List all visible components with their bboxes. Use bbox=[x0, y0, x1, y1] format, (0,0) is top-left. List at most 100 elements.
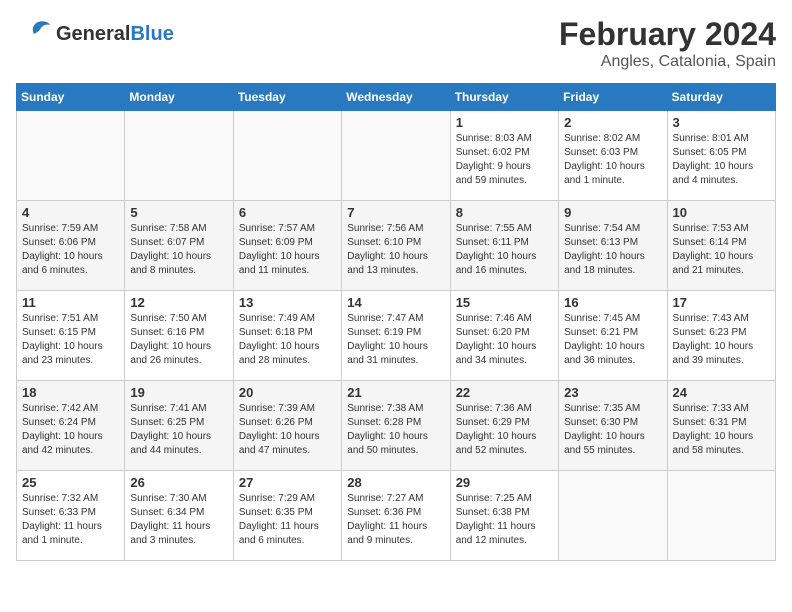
cell-info: Sunrise: 7:33 AM Sunset: 6:31 PM Dayligh… bbox=[673, 402, 770, 458]
calendar-cell: 2 Sunrise: 8:02 AM Sunset: 6:03 PM Daylig… bbox=[559, 111, 667, 201]
cell-info: Sunrise: 7:47 AM Sunset: 6:19 PM Dayligh… bbox=[347, 312, 444, 368]
cell-info: Sunrise: 7:35 AM Sunset: 6:30 PM Dayligh… bbox=[564, 402, 661, 458]
cell-info: Sunrise: 7:45 AM Sunset: 6:21 PM Dayligh… bbox=[564, 312, 661, 368]
cell-info: Sunrise: 8:02 AM Sunset: 6:03 PM Dayligh… bbox=[564, 132, 661, 188]
cell-info: Sunrise: 8:01 AM Sunset: 6:05 PM Dayligh… bbox=[673, 132, 770, 188]
col-header-thursday: Thursday bbox=[450, 84, 558, 111]
cell-info: Sunrise: 7:25 AM Sunset: 6:38 PM Dayligh… bbox=[456, 492, 553, 548]
calendar-cell bbox=[342, 111, 450, 201]
calendar-cell: 5 Sunrise: 7:58 AM Sunset: 6:07 PM Daylig… bbox=[125, 201, 233, 291]
logo-blue: Blue bbox=[130, 23, 173, 45]
calendar-cell: 11 Sunrise: 7:51 AM Sunset: 6:15 PM Dayli… bbox=[17, 291, 125, 381]
day-number: 4 bbox=[22, 205, 119, 220]
calendar-cell: 14 Sunrise: 7:47 AM Sunset: 6:19 PM Dayli… bbox=[342, 291, 450, 381]
day-number: 26 bbox=[130, 475, 227, 490]
cell-info: Sunrise: 7:30 AM Sunset: 6:34 PM Dayligh… bbox=[130, 492, 227, 548]
calendar-cell: 10 Sunrise: 7:53 AM Sunset: 6:14 PM Dayli… bbox=[667, 201, 775, 291]
cell-info: Sunrise: 7:27 AM Sunset: 6:36 PM Dayligh… bbox=[347, 492, 444, 548]
calendar-cell: 8 Sunrise: 7:55 AM Sunset: 6:11 PM Daylig… bbox=[450, 201, 558, 291]
calendar-cell: 9Sunrise: 7:54 AM Sunset: 6:13 PM Daylig… bbox=[559, 201, 667, 291]
week-row-3: 18 Sunrise: 7:42 AM Sunset: 6:24 PM Dayli… bbox=[17, 381, 776, 471]
cell-info: Sunrise: 7:32 AM Sunset: 6:33 PM Dayligh… bbox=[22, 492, 119, 548]
header: GeneralBlue February 2024 Angles, Catalo… bbox=[16, 16, 776, 71]
day-number: 7 bbox=[347, 205, 444, 220]
calendar-cell: 15Sunrise: 7:46 AM Sunset: 6:20 PM Dayli… bbox=[450, 291, 558, 381]
calendar-cell: 12 Sunrise: 7:50 AM Sunset: 6:16 PM Dayli… bbox=[125, 291, 233, 381]
calendar-cell: 25 Sunrise: 7:32 AM Sunset: 6:33 PM Dayli… bbox=[17, 471, 125, 561]
day-number: 8 bbox=[456, 205, 553, 220]
calendar-cell bbox=[125, 111, 233, 201]
cell-info: Sunrise: 7:42 AM Sunset: 6:24 PM Dayligh… bbox=[22, 402, 119, 458]
day-number: 21 bbox=[347, 385, 444, 400]
col-header-monday: Monday bbox=[125, 84, 233, 111]
calendar-cell: 21 Sunrise: 7:38 AM Sunset: 6:28 PM Dayli… bbox=[342, 381, 450, 471]
cell-info: Sunrise: 8:03 AM Sunset: 6:02 PM Dayligh… bbox=[456, 132, 553, 188]
day-number: 22 bbox=[456, 385, 553, 400]
cell-info: Sunrise: 7:50 AM Sunset: 6:16 PM Dayligh… bbox=[130, 312, 227, 368]
header-row: SundayMondayTuesdayWednesdayThursdayFrid… bbox=[17, 84, 776, 111]
logo-icon bbox=[16, 16, 52, 52]
day-number: 29 bbox=[456, 475, 553, 490]
day-number: 9 bbox=[564, 205, 661, 220]
calendar-cell: 16 Sunrise: 7:45 AM Sunset: 6:21 PM Dayli… bbox=[559, 291, 667, 381]
day-number: 2 bbox=[564, 115, 661, 130]
day-number: 5 bbox=[130, 205, 227, 220]
calendar-cell: 17 Sunrise: 7:43 AM Sunset: 6:23 PM Dayli… bbox=[667, 291, 775, 381]
cell-info: Sunrise: 7:55 AM Sunset: 6:11 PM Dayligh… bbox=[456, 222, 553, 278]
cell-info: Sunrise: 7:49 AM Sunset: 6:18 PM Dayligh… bbox=[239, 312, 336, 368]
calendar-cell: 20 Sunrise: 7:39 AM Sunset: 6:26 PM Dayli… bbox=[233, 381, 341, 471]
title-area: February 2024 Angles, Catalonia, Spain bbox=[559, 16, 776, 71]
cell-info: Sunrise: 7:53 AM Sunset: 6:14 PM Dayligh… bbox=[673, 222, 770, 278]
day-number: 1 bbox=[456, 115, 553, 130]
day-number: 13 bbox=[239, 295, 336, 310]
cell-info: Sunrise: 7:29 AM Sunset: 6:35 PM Dayligh… bbox=[239, 492, 336, 548]
week-row-1: 4 Sunrise: 7:59 AM Sunset: 6:06 PM Daylig… bbox=[17, 201, 776, 291]
calendar-cell bbox=[667, 471, 775, 561]
cell-info: Sunrise: 7:41 AM Sunset: 6:25 PM Dayligh… bbox=[130, 402, 227, 458]
cell-info: Sunrise: 7:57 AM Sunset: 6:09 PM Dayligh… bbox=[239, 222, 336, 278]
day-number: 19 bbox=[130, 385, 227, 400]
calendar-cell: 26 Sunrise: 7:30 AM Sunset: 6:34 PM Dayli… bbox=[125, 471, 233, 561]
day-number: 24 bbox=[673, 385, 770, 400]
day-number: 6 bbox=[239, 205, 336, 220]
col-header-tuesday: Tuesday bbox=[233, 84, 341, 111]
week-row-4: 25 Sunrise: 7:32 AM Sunset: 6:33 PM Dayli… bbox=[17, 471, 776, 561]
day-number: 16 bbox=[564, 295, 661, 310]
day-number: 17 bbox=[673, 295, 770, 310]
calendar-table: SundayMondayTuesdayWednesdayThursdayFrid… bbox=[16, 83, 776, 561]
calendar-cell: 4 Sunrise: 7:59 AM Sunset: 6:06 PM Daylig… bbox=[17, 201, 125, 291]
calendar-cell bbox=[17, 111, 125, 201]
logo-general: General bbox=[56, 23, 130, 45]
cell-info: Sunrise: 7:39 AM Sunset: 6:26 PM Dayligh… bbox=[239, 402, 336, 458]
week-row-0: 1 Sunrise: 8:03 AM Sunset: 6:02 PM Daylig… bbox=[17, 111, 776, 201]
cell-info: Sunrise: 7:38 AM Sunset: 6:28 PM Dayligh… bbox=[347, 402, 444, 458]
month-title: February 2024 bbox=[559, 16, 776, 53]
day-number: 23 bbox=[564, 385, 661, 400]
calendar-cell bbox=[233, 111, 341, 201]
calendar-cell: 24 Sunrise: 7:33 AM Sunset: 6:31 PM Dayli… bbox=[667, 381, 775, 471]
calendar-header: SundayMondayTuesdayWednesdayThursdayFrid… bbox=[17, 84, 776, 111]
calendar-cell: 19 Sunrise: 7:41 AM Sunset: 6:25 PM Dayli… bbox=[125, 381, 233, 471]
cell-info: Sunrise: 7:59 AM Sunset: 6:06 PM Dayligh… bbox=[22, 222, 119, 278]
cell-info: Sunrise: 7:51 AM Sunset: 6:15 PM Dayligh… bbox=[22, 312, 119, 368]
calendar-cell: 7 Sunrise: 7:56 AM Sunset: 6:10 PM Daylig… bbox=[342, 201, 450, 291]
calendar-cell: 3Sunrise: 8:01 AM Sunset: 6:05 PM Daylig… bbox=[667, 111, 775, 201]
day-number: 14 bbox=[347, 295, 444, 310]
calendar-cell: 13 Sunrise: 7:49 AM Sunset: 6:18 PM Dayli… bbox=[233, 291, 341, 381]
cell-info: Sunrise: 7:58 AM Sunset: 6:07 PM Dayligh… bbox=[130, 222, 227, 278]
calendar-cell: 18 Sunrise: 7:42 AM Sunset: 6:24 PM Dayli… bbox=[17, 381, 125, 471]
cell-info: Sunrise: 7:56 AM Sunset: 6:10 PM Dayligh… bbox=[347, 222, 444, 278]
day-number: 10 bbox=[673, 205, 770, 220]
day-number: 11 bbox=[22, 295, 119, 310]
cell-info: Sunrise: 7:46 AM Sunset: 6:20 PM Dayligh… bbox=[456, 312, 553, 368]
location-title: Angles, Catalonia, Spain bbox=[559, 53, 776, 71]
day-number: 12 bbox=[130, 295, 227, 310]
day-number: 20 bbox=[239, 385, 336, 400]
calendar-cell: 29 Sunrise: 7:25 AM Sunset: 6:38 PM Dayli… bbox=[450, 471, 558, 561]
col-header-friday: Friday bbox=[559, 84, 667, 111]
cell-info: Sunrise: 7:43 AM Sunset: 6:23 PM Dayligh… bbox=[673, 312, 770, 368]
day-number: 18 bbox=[22, 385, 119, 400]
week-row-2: 11 Sunrise: 7:51 AM Sunset: 6:15 PM Dayli… bbox=[17, 291, 776, 381]
day-number: 25 bbox=[22, 475, 119, 490]
calendar-cell: 22Sunrise: 7:36 AM Sunset: 6:29 PM Dayli… bbox=[450, 381, 558, 471]
